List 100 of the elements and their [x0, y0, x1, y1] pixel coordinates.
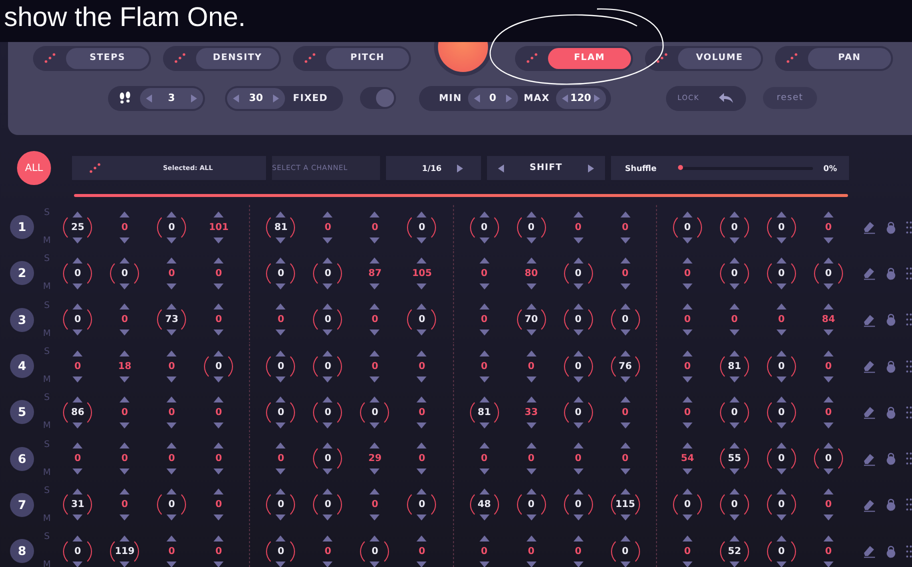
step-value[interactable]: 0: [610, 398, 640, 427]
down-arrow-icon[interactable]: [369, 422, 380, 429]
down-arrow-icon[interactable]: [72, 282, 84, 290]
steps-value[interactable]: 3: [168, 92, 175, 104]
down-arrow-icon[interactable]: [416, 282, 428, 290]
up-arrow-icon[interactable]: [682, 256, 693, 264]
down-arrow-icon[interactable]: [478, 236, 490, 244]
up-arrow-icon[interactable]: [369, 303, 380, 310]
down-arrow-icon[interactable]: [166, 560, 178, 567]
up-arrow-icon[interactable]: [369, 210, 380, 218]
lock-icon[interactable]: [886, 498, 896, 512]
step-value[interactable]: 0: [814, 490, 843, 520]
up-arrow-icon[interactable]: [416, 488, 428, 496]
up-arrow-icon[interactable]: [572, 442, 584, 450]
down-arrow-icon[interactable]: [72, 329, 84, 336]
step-value[interactable]: 0: [157, 258, 186, 288]
up-arrow-icon[interactable]: [166, 442, 178, 450]
density-value[interactable]: 30: [249, 92, 263, 104]
step-value[interactable]: 0: [157, 352, 186, 381]
up-arrow-icon[interactable]: [72, 442, 84, 450]
up-arrow-icon[interactable]: [620, 534, 631, 542]
grip-icon[interactable]: [906, 544, 912, 558]
step-value[interactable]: 87: [360, 258, 390, 288]
up-arrow-icon[interactable]: [119, 442, 130, 450]
down-arrow-icon[interactable]: [478, 376, 490, 383]
down-arrow-icon[interactable]: [416, 514, 428, 522]
step-value[interactable]: 0: [313, 536, 342, 566]
up-arrow-icon[interactable]: [572, 256, 584, 264]
slider-thumb[interactable]: [678, 165, 683, 170]
up-arrow-icon[interactable]: [526, 256, 537, 264]
step-value[interactable]: 0: [110, 212, 140, 242]
down-arrow-icon[interactable]: [526, 468, 537, 476]
step-value[interactable]: 0: [672, 258, 702, 288]
up-arrow-icon[interactable]: [369, 442, 380, 450]
increment-icon[interactable]: [190, 94, 198, 102]
up-arrow-icon[interactable]: [728, 256, 740, 264]
up-arrow-icon[interactable]: [322, 210, 334, 218]
step-value[interactable]: 84: [814, 305, 843, 334]
up-arrow-icon[interactable]: [620, 488, 631, 496]
down-arrow-icon[interactable]: [119, 329, 130, 336]
up-arrow-icon[interactable]: [526, 396, 537, 403]
step-value[interactable]: 0: [204, 536, 234, 566]
channel-number[interactable]: 7: [10, 492, 34, 517]
down-arrow-icon[interactable]: [572, 236, 584, 244]
grip-icon[interactable]: [906, 220, 912, 234]
up-arrow-icon[interactable]: [776, 256, 787, 264]
step-value[interactable]: 0: [814, 398, 843, 427]
up-arrow-icon[interactable]: [166, 210, 178, 218]
next-icon[interactable]: [456, 164, 464, 172]
down-arrow-icon[interactable]: [776, 514, 787, 522]
up-arrow-icon[interactable]: [572, 210, 584, 218]
up-arrow-icon[interactable]: [822, 256, 834, 264]
up-arrow-icon[interactable]: [369, 488, 380, 496]
mode-button[interactable]: FLAM: [548, 48, 631, 68]
up-arrow-icon[interactable]: [572, 350, 584, 357]
down-arrow-icon[interactable]: [728, 560, 740, 567]
eraser-icon[interactable]: [862, 312, 876, 327]
down-arrow-icon[interactable]: [119, 376, 130, 383]
step-value[interactable]: 0: [610, 212, 640, 242]
step-value[interactable]: 0: [204, 305, 234, 334]
grip-icon[interactable]: [906, 360, 912, 373]
down-arrow-icon[interactable]: [416, 560, 428, 567]
down-arrow-icon[interactable]: [275, 376, 286, 383]
lock-icon[interactable]: [886, 266, 896, 280]
step-value[interactable]: 0: [766, 305, 796, 334]
up-arrow-icon[interactable]: [572, 303, 584, 310]
down-arrow-icon[interactable]: [620, 236, 631, 244]
step-value[interactable]: 0: [110, 398, 140, 427]
up-arrow-icon[interactable]: [213, 256, 224, 264]
down-arrow-icon[interactable]: [416, 236, 428, 244]
down-arrow-icon[interactable]: [166, 468, 178, 476]
lock-icon[interactable]: [886, 220, 896, 234]
up-arrow-icon[interactable]: [822, 442, 834, 450]
up-arrow-icon[interactable]: [416, 210, 428, 218]
up-arrow-icon[interactable]: [166, 350, 178, 357]
down-arrow-icon[interactable]: [572, 376, 584, 383]
up-arrow-icon[interactable]: [682, 303, 693, 310]
up-arrow-icon[interactable]: [822, 488, 834, 496]
shift-left-icon[interactable]: [497, 164, 505, 172]
up-arrow-icon[interactable]: [213, 442, 224, 450]
down-arrow-icon[interactable]: [682, 560, 693, 567]
up-arrow-icon[interactable]: [119, 303, 130, 310]
up-arrow-icon[interactable]: [72, 256, 84, 264]
down-arrow-icon[interactable]: [728, 236, 740, 244]
up-arrow-icon[interactable]: [620, 210, 631, 218]
down-arrow-icon[interactable]: [620, 282, 631, 290]
down-arrow-icon[interactable]: [776, 422, 787, 429]
up-arrow-icon[interactable]: [119, 534, 130, 542]
up-arrow-icon[interactable]: [478, 350, 490, 357]
up-arrow-icon[interactable]: [776, 210, 787, 218]
step-value[interactable]: 0: [204, 398, 234, 427]
up-arrow-icon[interactable]: [478, 303, 490, 310]
step-value[interactable]: 0: [360, 352, 390, 381]
down-arrow-icon[interactable]: [620, 422, 631, 429]
up-arrow-icon[interactable]: [275, 534, 286, 542]
up-arrow-icon[interactable]: [682, 442, 693, 450]
step-value[interactable]: 0: [470, 258, 499, 288]
down-arrow-icon[interactable]: [119, 422, 130, 429]
step-value[interactable]: 0: [266, 444, 296, 474]
up-arrow-icon[interactable]: [416, 350, 428, 357]
